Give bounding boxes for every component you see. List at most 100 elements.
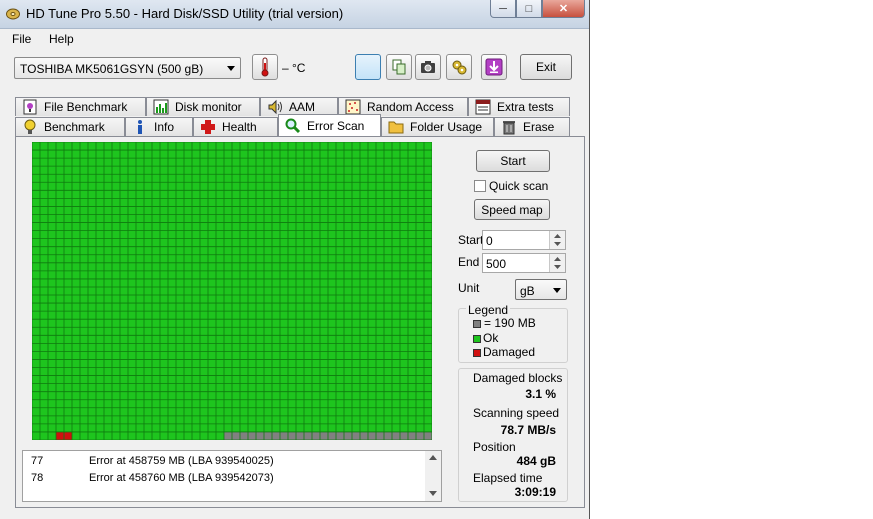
settings-icon <box>452 60 467 75</box>
unscanned-block <box>416 431 424 440</box>
save-button[interactable] <box>481 54 507 80</box>
unscanned-block <box>352 431 360 440</box>
file-benchmark-icon <box>23 99 37 115</box>
benchmark-icon <box>24 119 36 134</box>
window-title: HD Tune Pro 5.50 - Hard Disk/SSD Utility… <box>26 6 344 21</box>
options-button[interactable] <box>446 54 472 80</box>
position-label: Position <box>473 440 516 454</box>
tab-label: Erase <box>523 120 555 134</box>
unit-select[interactable]: gB <box>515 279 567 300</box>
log-entry-number: 78 <box>31 472 44 484</box>
tab-file-benchmark[interactable]: File Benchmark <box>15 97 146 116</box>
tab-error-scan[interactable]: Error Scan <box>278 114 381 136</box>
log-entry-message: Error at 458759 MB (LBA 939540025) <box>89 455 274 467</box>
damaged-blocks-label: Damaged blocks <box>473 371 563 385</box>
tab-label: Extra tests <box>497 100 554 114</box>
quick-scan-checkbox[interactable] <box>474 180 486 192</box>
save-icon <box>485 58 503 76</box>
start-button[interactable]: Start <box>476 150 550 172</box>
health-cross-icon <box>201 120 215 134</box>
unscanned-block <box>368 431 376 440</box>
position-value: 484 gB <box>516 454 556 468</box>
blank-toolbar-button[interactable] <box>355 54 381 80</box>
unscanned-block <box>336 431 344 440</box>
quick-scan-label: Quick scan <box>489 179 549 193</box>
extra-tests-icon <box>475 99 491 115</box>
spinner-arrows-icon[interactable] <box>549 254 565 272</box>
tab-erase[interactable]: Erase <box>494 117 570 136</box>
screenshot-button[interactable] <box>415 54 441 80</box>
speaker-icon <box>268 99 282 115</box>
unscanned-block <box>360 431 368 440</box>
unscanned-block <box>288 431 296 440</box>
legend-title: Legend <box>466 303 511 317</box>
unscanned-block <box>320 431 328 440</box>
unscanned-block <box>240 431 248 440</box>
unscanned-block <box>224 431 232 440</box>
end-field-label: End <box>458 255 480 269</box>
toolbar: TOSHIBA MK5061GSYN (500 gB) – °C Exit <box>0 50 589 90</box>
trash-icon <box>503 121 515 135</box>
tab-health[interactable]: Health <box>193 117 278 136</box>
start-spinbox[interactable]: 0 <box>482 230 566 250</box>
log-scrollbar[interactable] <box>425 451 441 501</box>
unscanned-block <box>424 431 432 440</box>
tab-info[interactable]: Info <box>125 117 193 136</box>
start-spinbox-value: 0 <box>486 234 493 248</box>
end-spinbox-value: 500 <box>486 257 507 271</box>
menu-help[interactable]: Help <box>49 32 74 46</box>
error-log-list[interactable]: 77 Error at 458759 MB (LBA 939540025) 78… <box>22 450 442 502</box>
legend-damaged-swatch <box>473 349 481 357</box>
tab-benchmark[interactable]: Benchmark <box>15 117 125 136</box>
spinner-arrows-icon[interactable] <box>549 231 565 249</box>
copy-button[interactable] <box>386 54 412 80</box>
maximize-button[interactable]: □ <box>516 0 542 18</box>
tab-extra-tests[interactable]: Extra tests <box>468 97 570 116</box>
menu-file[interactable]: File <box>12 32 31 46</box>
tab-label: Error Scan <box>307 118 365 133</box>
scanning-speed-value: 78.7 MB/s <box>500 423 556 437</box>
unscanned-block <box>280 431 288 440</box>
legend-block-size: = 190 MB <box>484 316 536 330</box>
camera-icon <box>421 61 435 73</box>
temperature-button[interactable] <box>252 54 278 80</box>
tab-label: Info <box>154 120 175 134</box>
scan-map-grid <box>32 142 432 440</box>
magnifier-icon <box>285 118 301 133</box>
legend-ok-label: Ok <box>483 331 499 345</box>
unscanned-block <box>232 431 240 440</box>
legend-ok-swatch <box>473 335 481 343</box>
tab-label: Benchmark <box>44 120 105 134</box>
tab-folder-usage[interactable]: Folder Usage <box>381 117 494 136</box>
unscanned-block <box>400 431 408 440</box>
unscanned-block <box>384 431 392 440</box>
unscanned-block <box>256 431 264 440</box>
unit-select-value: gB <box>520 284 535 298</box>
close-button[interactable]: ✕ <box>542 0 585 18</box>
unscanned-block <box>272 431 280 440</box>
tab-label: AAM <box>289 100 316 114</box>
speed-map-button[interactable]: Speed map <box>474 199 550 220</box>
damaged-block <box>56 431 64 440</box>
unscanned-block <box>248 431 256 440</box>
end-spinbox[interactable]: 500 <box>482 253 566 273</box>
drive-select[interactable]: TOSHIBA MK5061GSYN (500 gB) <box>14 57 241 79</box>
temperature-readout: – °C <box>282 61 306 75</box>
window-controls: ─ □ ✕ <box>490 0 585 19</box>
elapsed-time-value: 3:09:19 <box>514 485 556 499</box>
title-bar[interactable]: HD Tune Pro 5.50 - Hard Disk/SSD Utility… <box>0 0 589 29</box>
app-window: HD Tune Pro 5.50 - Hard Disk/SSD Utility… <box>0 0 590 519</box>
unscanned-block <box>264 431 272 440</box>
tab-disk-monitor[interactable]: Disk monitor <box>146 97 260 116</box>
unscanned-block <box>328 431 336 440</box>
menu-bar: File Help <box>0 29 589 49</box>
random-access-icon <box>345 99 361 115</box>
minimize-button[interactable]: ─ <box>490 0 516 18</box>
damaged-block <box>64 431 72 440</box>
unscanned-block <box>376 431 384 440</box>
exit-button[interactable]: Exit <box>520 54 572 80</box>
chevron-down-icon <box>227 66 235 71</box>
legend-unscanned-swatch <box>473 320 481 328</box>
tab-label: Disk monitor <box>175 100 242 114</box>
unscanned-block <box>304 431 312 440</box>
